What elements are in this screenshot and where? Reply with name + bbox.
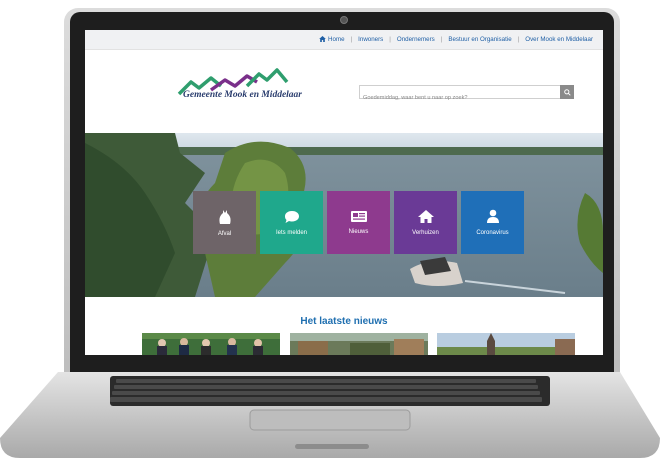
browser-screen: Home | Inwoners | Ondernemers | Bestuur … [85, 30, 603, 355]
nav-ondernemers-link[interactable]: Ondernemers [397, 36, 435, 43]
newspaper-icon [350, 211, 367, 222]
tile-nieuws-label: Nieuws [348, 229, 369, 235]
tile-verhuizen[interactable]: Verhuizen [394, 191, 457, 254]
logo-wordmark: Gemeente Mook en Middelaar [183, 90, 303, 100]
quick-link-tiles: Afval Iets melden Nieuws Verhuizen Coron… [193, 191, 524, 254]
tile-coronavirus-label: Coronavirus [476, 230, 509, 236]
nav-bestuur-link[interactable]: Bestuur en Organisatie [448, 36, 511, 43]
tile-verhuizen-label: Verhuizen [412, 230, 439, 236]
tile-iets-melden-label: Iets melden [275, 229, 308, 236]
news-photo-street [290, 333, 428, 355]
home-icon [319, 36, 326, 42]
tile-coronavirus[interactable]: Coronavirus [461, 191, 524, 254]
nav-home-link[interactable]: Home [319, 36, 345, 43]
speech-bubble-icon [284, 210, 299, 223]
nav-inwoners-link[interactable]: Inwoners [358, 36, 383, 43]
search-box [359, 85, 574, 104]
person-icon [486, 209, 499, 223]
search-input[interactable] [360, 92, 561, 104]
laptop-keyboard-base [0, 372, 660, 458]
search-button[interactable] [560, 85, 574, 99]
hero-banner: Afval Iets melden Nieuws Verhuizen Coron… [85, 133, 603, 297]
tile-iets-melden[interactable]: Iets melden [260, 191, 323, 254]
nav-over-link[interactable]: Over Mook en Middelaar [525, 36, 593, 43]
search-icon [563, 88, 571, 96]
tile-nieuws[interactable]: Nieuws [327, 191, 390, 254]
news-section-title: Het laatste nieuws [300, 316, 388, 327]
news-photo-church [437, 333, 575, 355]
news-photo-group [142, 333, 280, 355]
news-thumbnail-2[interactable] [290, 333, 428, 355]
tile-afval-label: Afval [217, 230, 232, 237]
news-thumbnail-1[interactable] [142, 333, 280, 355]
webcam-icon [340, 16, 348, 24]
trash-bag-icon [218, 209, 231, 224]
tile-afval[interactable]: Afval [193, 191, 256, 254]
house-icon [417, 210, 434, 223]
nav-home-label: Home [328, 36, 345, 43]
news-thumbnail-3[interactable] [437, 333, 575, 355]
top-navigation: Home | Inwoners | Ondernemers | Bestuur … [85, 30, 603, 50]
